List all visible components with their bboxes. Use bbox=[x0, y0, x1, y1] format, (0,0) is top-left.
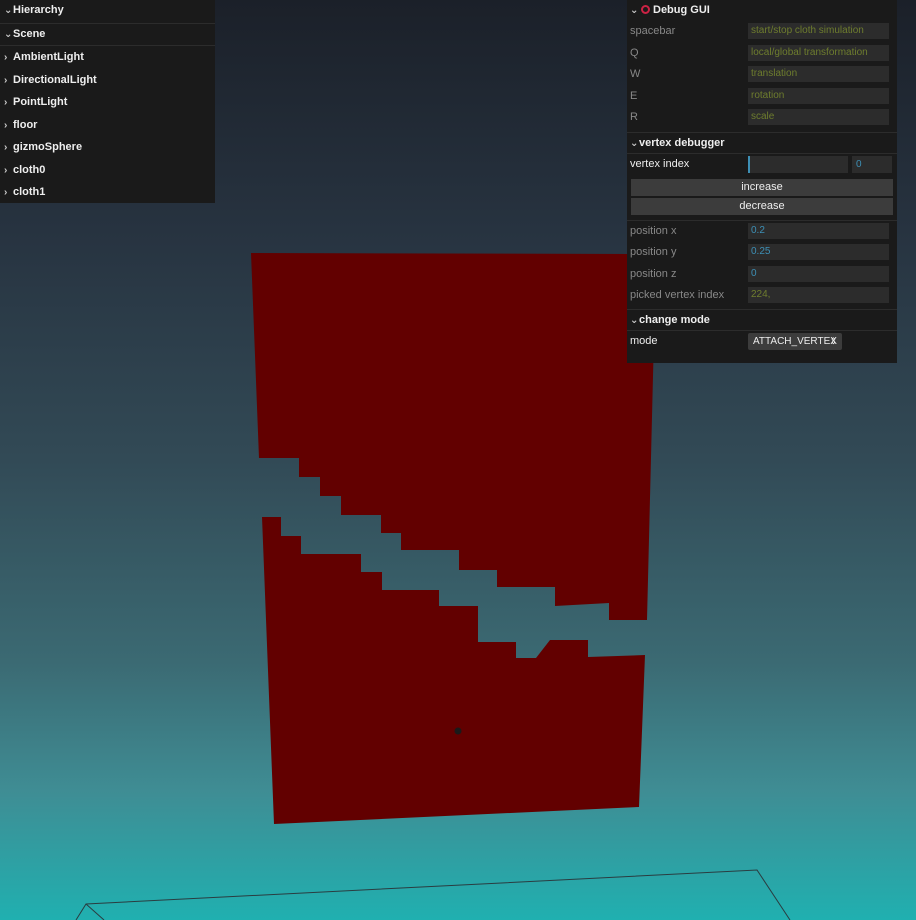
picked-vertex-label: picked vertex index bbox=[630, 289, 725, 301]
position-z-row: position z 0 bbox=[627, 264, 897, 286]
key-action-field[interactable]: translation bbox=[748, 66, 889, 82]
hierarchy-header[interactable]: ⌄Hierarchy bbox=[0, 0, 215, 21]
key-action-field[interactable]: rotation bbox=[748, 87, 889, 104]
chevron-down-icon: ⌄ bbox=[4, 5, 13, 16]
chevron-right-icon: › bbox=[4, 187, 8, 198]
chevron-right-icon: › bbox=[4, 74, 8, 86]
picked-vertex-field[interactable]: 224, bbox=[748, 287, 889, 303]
position-y-row: position y 0.25 bbox=[627, 242, 897, 264]
position-z-label: position z bbox=[630, 267, 677, 280]
debug-gui-title: Debug GUI bbox=[653, 4, 710, 16]
position-y-label: position y bbox=[630, 246, 677, 258]
vertex-debugger-title: vertex debugger bbox=[639, 136, 725, 149]
chevron-down-icon: ⌄ bbox=[630, 137, 639, 149]
position-x-field[interactable]: 0.2 bbox=[748, 222, 889, 239]
scene-node[interactable]: ⌄Scene bbox=[0, 23, 215, 46]
key-row-e: E rotation bbox=[627, 86, 897, 108]
vertex-index-slider[interactable] bbox=[748, 155, 848, 173]
mode-row: mode ATTACH_VERTEX ⇕ bbox=[627, 329, 897, 354]
hierarchy-panel: ⌄Hierarchy ⌄Scene › AmbientLight › Directi… bbox=[0, 0, 215, 203]
gizmo-sphere[interactable] bbox=[454, 727, 462, 735]
key-label: spacebar bbox=[630, 25, 676, 37]
vertex-index-label: vertex index bbox=[630, 157, 690, 170]
vertex-debugger-folder[interactable]: ⌄vertex debugger bbox=[627, 131, 897, 153]
picked-vertex-row: picked vertex index 224, bbox=[627, 285, 897, 307]
position-x-label: position x bbox=[630, 224, 677, 237]
hierarchy-item-label: cloth1 bbox=[13, 186, 46, 198]
floor-edge bbox=[85, 903, 105, 920]
key-label: R bbox=[630, 111, 638, 123]
chevron-right-icon: › bbox=[4, 142, 8, 153]
mode-label: mode bbox=[630, 334, 658, 347]
scene-label: Scene bbox=[13, 28, 46, 40]
key-action-field[interactable]: scale bbox=[748, 109, 889, 125]
chevron-right-icon: › bbox=[4, 119, 8, 131]
key-row-r: R scale bbox=[627, 107, 897, 129]
change-mode-title: change mode bbox=[639, 313, 710, 326]
hierarchy-item-cloth1[interactable]: › cloth1 bbox=[0, 181, 215, 204]
debug-gui-header[interactable]: ⌄ Debug GUI bbox=[627, 0, 897, 21]
select-arrows-icon: ⇕ bbox=[829, 335, 837, 346]
change-mode-folder[interactable]: ⌄change mode bbox=[627, 308, 897, 330]
chevron-down-icon: ⌄ bbox=[4, 29, 13, 40]
hierarchy-item-cloth0[interactable]: › cloth0 bbox=[0, 159, 215, 182]
position-x-row: position x 0.2 bbox=[627, 219, 897, 243]
hierarchy-item-directionallight[interactable]: › DirectionalLight bbox=[0, 69, 215, 92]
chevron-right-icon: › bbox=[4, 97, 8, 108]
hierarchy-item-label: gizmoSphere bbox=[13, 141, 83, 153]
hierarchy-item-label: floor bbox=[13, 118, 38, 131]
hierarchy-item-pointlight[interactable]: › PointLight bbox=[0, 91, 215, 114]
hierarchy-item-ambientlight[interactable]: › AmbientLight bbox=[0, 46, 215, 69]
mode-select-value: ATTACH_VERTEX bbox=[753, 335, 837, 347]
increase-button[interactable]: increase bbox=[631, 178, 893, 196]
position-y-field[interactable]: 0.25 bbox=[748, 244, 889, 260]
hierarchy-item-gizmosphere[interactable]: › gizmoSphere bbox=[0, 136, 215, 159]
debug-gui-panel: ⌄ Debug GUI spacebar start/stop cloth sim… bbox=[627, 0, 897, 363]
chevron-right-icon: › bbox=[4, 52, 8, 63]
key-label: W bbox=[630, 68, 641, 80]
key-row-w: W translation bbox=[627, 64, 897, 86]
key-action-field[interactable]: start/stop cloth simulation bbox=[748, 23, 889, 39]
hierarchy-title: Hierarchy bbox=[13, 4, 64, 16]
hierarchy-item-label: AmbientLight bbox=[13, 51, 84, 63]
hierarchy-item-floor[interactable]: › floor bbox=[0, 114, 215, 137]
chevron-down-icon: ⌄ bbox=[630, 5, 639, 16]
key-row-spacebar: spacebar start/stop cloth simulation bbox=[627, 21, 897, 43]
chevron-down-icon: ⌄ bbox=[630, 314, 639, 326]
key-label: E bbox=[630, 89, 638, 102]
key-row-q: Q local/global transformation bbox=[627, 43, 897, 65]
vertex-index-row: vertex index 0 bbox=[627, 152, 897, 177]
bug-icon bbox=[641, 5, 650, 14]
hierarchy-item-label: cloth0 bbox=[13, 163, 46, 176]
hierarchy-item-label: DirectionalLight bbox=[13, 73, 97, 86]
hierarchy-item-label: PointLight bbox=[13, 96, 68, 108]
floor-outline bbox=[75, 869, 791, 920]
chevron-right-icon: › bbox=[4, 164, 8, 176]
key-action-field[interactable]: local/global transformation bbox=[748, 44, 889, 61]
mode-select[interactable]: ATTACH_VERTEX ⇕ bbox=[748, 332, 842, 350]
vertex-index-input[interactable]: 0 bbox=[852, 155, 892, 173]
position-z-field[interactable]: 0 bbox=[748, 265, 889, 282]
key-label: Q bbox=[630, 46, 639, 59]
decrease-button[interactable]: decrease bbox=[631, 197, 893, 215]
